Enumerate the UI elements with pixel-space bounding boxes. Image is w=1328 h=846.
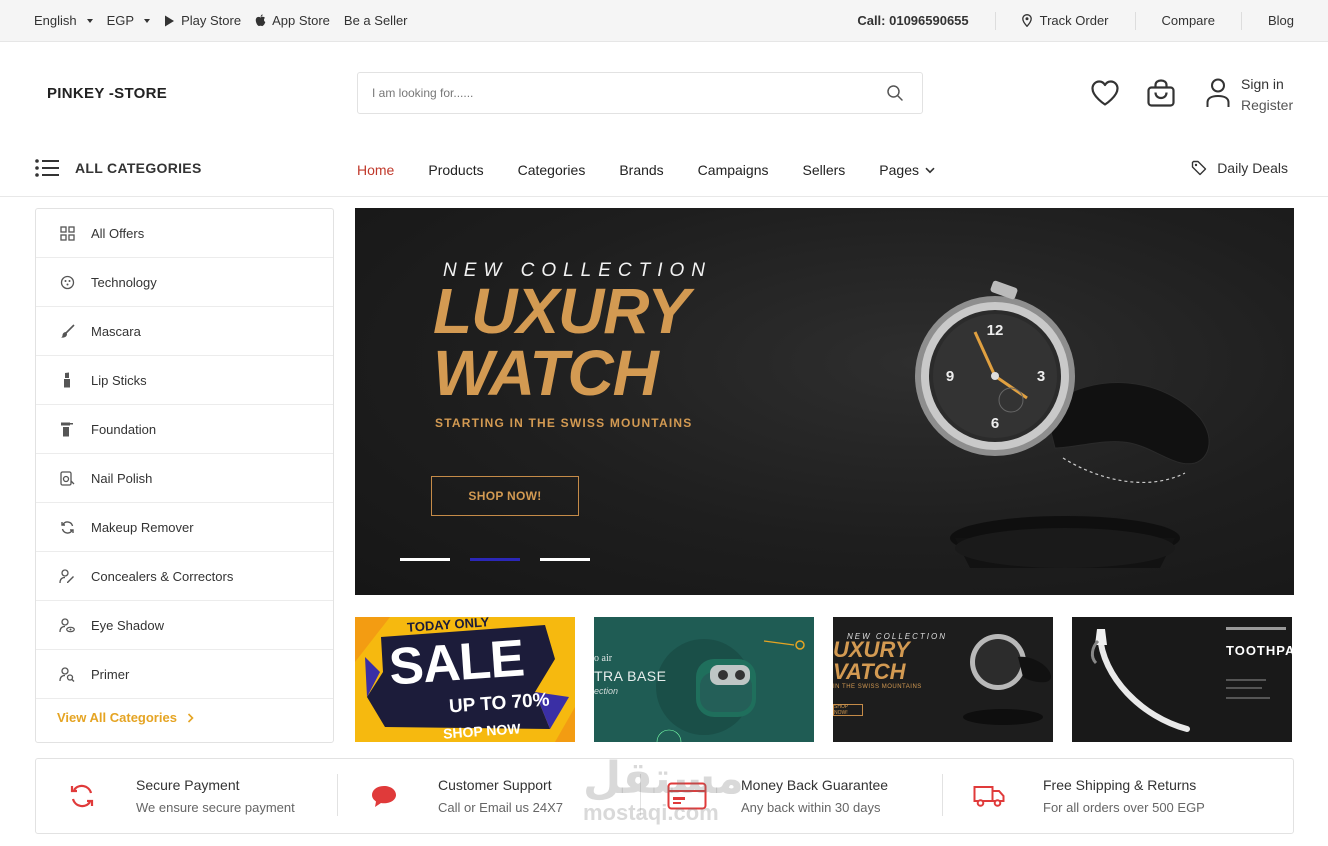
sidebar-item-foundation[interactable]: Foundation [36,405,333,454]
category-sidebar: All Offers Technology Mascara Lip Sticks… [35,208,334,743]
register-link[interactable]: Register [1241,95,1293,116]
svg-text:12: 12 [987,322,1004,339]
heart-icon [1091,80,1119,106]
brush-icon [59,323,75,339]
user-eye-icon [59,617,75,633]
svg-text:3: 3 [1037,368,1045,385]
svg-text:6: 6 [991,415,999,432]
sign-in-link[interactable]: Sign in [1241,74,1293,95]
truck-icon [969,776,1009,816]
search-input[interactable] [372,73,872,113]
track-order-link[interactable]: Track Order [994,11,1135,30]
sidebar-item-lip-sticks[interactable]: Lip Sticks [36,356,333,405]
nav-item-pages[interactable]: Pages [862,162,952,178]
promo-tile-watch[interactable]: NEW COLLECTION UXURY VATCH IN THE SWISS … [833,617,1053,742]
watermark: مستقل mostaqi.com [583,753,744,825]
sidebar-item-concealers[interactable]: Concealers & Correctors [36,552,333,601]
caret-down-icon [144,18,151,23]
feature-customer-support: Customer Support Call or Email us 24X7 [364,759,563,833]
user-edit-icon [59,568,75,584]
chip-icon [59,274,75,290]
view-all-categories-link[interactable]: View All Categories [57,710,194,725]
refresh-icon [59,519,75,535]
toothbrush-image [1090,627,1286,732]
nav-item-products[interactable]: Products [411,162,500,178]
list-menu-icon [35,159,59,177]
main-nav: ALL CATEGORIES Home Products Categories … [0,145,1328,197]
sidebar-item-technology[interactable]: Technology [36,258,333,307]
caret-down-icon [86,18,93,23]
promo-tile-toothpaste[interactable]: TOOTHPA [1072,617,1292,742]
nav-item-brands[interactable]: Brands [602,162,680,178]
top-bar: English EGP Play Store App Store Be a Se… [0,0,1328,42]
search-icon[interactable] [886,84,904,102]
chat-icon [364,776,404,816]
hero-subtitle: STARTING IN THE SWISS MOUNTAINS [435,416,693,430]
nav-item-sellers[interactable]: Sellers [786,162,863,178]
divider [942,774,943,816]
chevron-right-icon [187,712,194,723]
nail-polish-icon [59,470,75,486]
nav-item-categories[interactable]: Categories [501,162,603,178]
play-store-icon [165,15,175,26]
compare-link[interactable]: Compare [1134,11,1241,30]
svg-text:9: 9 [946,368,954,385]
nav-item-home[interactable]: Home [340,162,411,178]
nav-item-campaigns[interactable]: Campaigns [681,162,786,178]
feature-free-shipping: Free Shipping & Returns For all orders o… [969,759,1205,833]
nav-menu: Home Products Categories Brands Campaign… [340,145,952,195]
hero-slider: NEW COLLECTION LUXURY WATCH STARTING IN … [355,208,1294,595]
slider-indicators [400,558,590,561]
slide-indicator[interactable] [540,558,590,561]
be-seller-link[interactable]: Be a Seller [344,13,408,28]
chevron-down-icon [925,167,935,173]
refresh-icon [62,776,102,816]
sidebar-item-mascara[interactable]: Mascara [36,307,333,356]
daily-deals-link[interactable]: Daily Deals [1191,160,1288,176]
lipstick-icon [59,372,75,388]
sidebar-item-eye-shadow[interactable]: Eye Shadow [36,601,333,650]
call-number: Call: 01096590655 [857,13,969,28]
promo-tile-airpods[interactable]: o air TRA BASE ection [594,617,814,742]
location-pin-icon [1021,14,1032,27]
apple-icon [255,14,266,27]
shopping-bag-icon [1147,79,1175,107]
slide-indicator[interactable] [400,558,450,561]
site-logo[interactable]: PINKEY -STORE [47,85,167,102]
play-store-link[interactable]: Play Store [164,13,241,28]
account-button[interactable] [1202,76,1234,110]
sidebar-item-makeup-remover[interactable]: Makeup Remover [36,503,333,552]
all-categories-toggle[interactable]: ALL CATEGORIES [35,159,202,177]
divider [337,774,338,816]
blog-link[interactable]: Blog [1240,11,1294,30]
promo-tile-sale[interactable]: TODAY ONLY SALE UP TO 70% SHOP NOW [355,617,575,742]
hero-shop-now-button[interactable]: SHOP NOW! [431,476,579,516]
tag-icon [1191,160,1207,176]
cart-button[interactable] [1145,76,1177,110]
language-select[interactable]: English [34,13,93,28]
sidebar-item-nail-polish[interactable]: Nail Polish [36,454,333,503]
wishlist-button[interactable] [1089,76,1121,110]
user-icon [1206,78,1230,107]
feature-secure-payment: Secure Payment We ensure secure payment [62,759,295,833]
search-bar [357,72,923,114]
currency-select[interactable]: EGP [107,13,151,28]
hero-headline: LUXURY WATCH [433,275,690,409]
spray-icon [59,421,75,437]
slide-indicator-active[interactable] [470,558,520,561]
grid-icon [59,225,75,241]
sidebar-item-all-offers[interactable]: All Offers [36,209,333,258]
luxury-watch-image: 12 3 6 9 [915,280,1210,568]
sidebar-item-primer[interactable]: Primer [36,650,333,699]
user-search-icon [59,666,75,682]
app-store-link[interactable]: App Store [255,13,330,28]
account-links: Sign in Register [1241,74,1293,116]
